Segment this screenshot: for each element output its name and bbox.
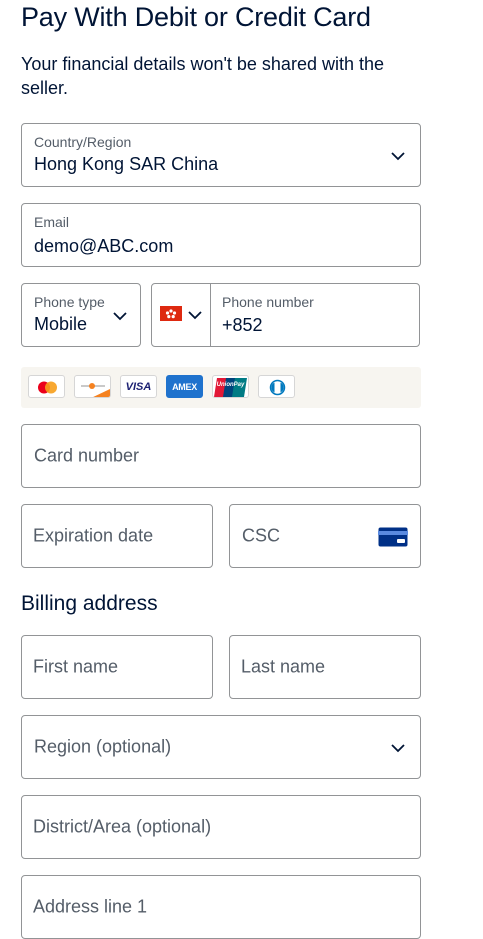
amex-icon: AMEX bbox=[166, 375, 203, 398]
address-line-1-field[interactable]: Address line 1 bbox=[21, 875, 421, 939]
visa-icon: VISA bbox=[120, 375, 157, 398]
district-area-field[interactable]: District/Area (optional) bbox=[21, 795, 421, 859]
discover-icon bbox=[74, 375, 111, 398]
csc-field[interactable]: CSC bbox=[229, 504, 421, 568]
amex-text: AMEX bbox=[172, 382, 197, 392]
country-value: Hong Kong SAR China bbox=[34, 154, 219, 174]
mastercard-icon bbox=[28, 375, 65, 398]
phone-number-value[interactable]: +852 bbox=[222, 315, 263, 336]
email-value: demo@ABC.com bbox=[34, 236, 174, 256]
chevron-down-icon bbox=[188, 311, 202, 320]
region-placeholder: Region (optional) bbox=[34, 736, 172, 757]
address-line-1-placeholder: Address line 1 bbox=[33, 896, 148, 917]
billing-address-heading: Billing address bbox=[21, 592, 158, 615]
country-select[interactable]: Country/Region Hong Kong SAR China bbox=[21, 123, 421, 187]
last-name-placeholder: Last name bbox=[241, 656, 326, 677]
diners-icon bbox=[258, 375, 295, 398]
last-name-field[interactable]: Last name bbox=[229, 635, 421, 699]
unionpay-text: UnionPay bbox=[216, 382, 245, 388]
phone-country-code-select[interactable] bbox=[152, 284, 211, 346]
email-field[interactable]: Email demo@ABC.com bbox=[21, 203, 421, 267]
visa-text: VISA bbox=[125, 381, 152, 393]
card-number-placeholder: Card number bbox=[34, 445, 140, 466]
chevron-down-icon bbox=[391, 152, 405, 161]
phone-type-select[interactable]: Phone type Mobile bbox=[21, 283, 141, 347]
card-number-field[interactable]: Card number bbox=[21, 424, 421, 488]
unionpay-icon: UnionPay bbox=[212, 375, 249, 398]
csc-card-icon bbox=[378, 527, 408, 547]
district-area-placeholder: District/Area (optional) bbox=[33, 816, 212, 837]
phone-number-label: Phone number bbox=[222, 294, 314, 310]
chevron-down-icon bbox=[113, 312, 127, 321]
card-brands-strip: VISA AMEX UnionPay bbox=[21, 367, 421, 408]
page-subtitle: Your financial details won't be shared w… bbox=[21, 54, 384, 98]
csc-placeholder: CSC bbox=[242, 525, 281, 546]
country-label: Country/Region bbox=[34, 134, 132, 150]
first-name-field[interactable]: First name bbox=[21, 635, 213, 699]
chevron-down-icon bbox=[391, 744, 405, 753]
page-title: Pay With Debit or Credit Card bbox=[21, 2, 371, 32]
first-name-placeholder: First name bbox=[33, 656, 119, 677]
expiration-date-field[interactable]: Expiration date bbox=[21, 504, 213, 568]
email-label: Email bbox=[34, 214, 70, 230]
hong-kong-flag-icon bbox=[160, 306, 182, 321]
phone-number-group: Phone number +852 bbox=[151, 283, 420, 347]
phone-type-label: Phone type bbox=[34, 294, 105, 310]
expiration-date-placeholder: Expiration date bbox=[33, 525, 154, 546]
phone-type-value: Mobile bbox=[34, 314, 88, 334]
region-select[interactable]: Region (optional) bbox=[21, 715, 421, 779]
